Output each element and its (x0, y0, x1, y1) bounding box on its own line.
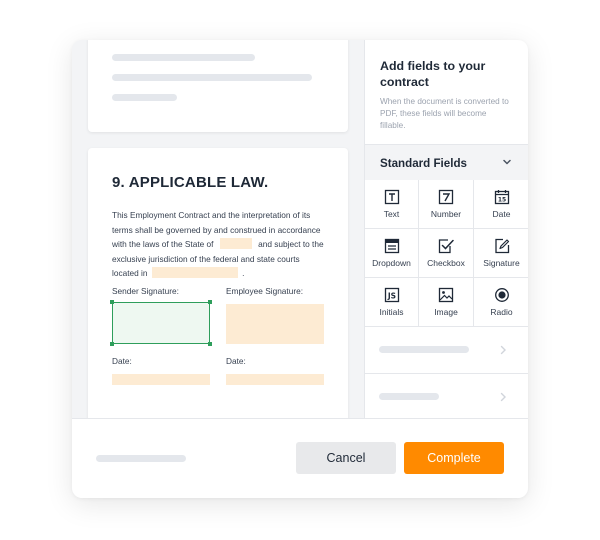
calendar-icon: 15 (494, 190, 509, 205)
sidebar-title: Add fields to your contract (380, 59, 486, 89)
sender-date-label: Date: (112, 356, 132, 366)
resize-handle[interactable] (110, 300, 114, 304)
fields-sidebar: Add fields to your contract When the doc… (364, 40, 528, 421)
field-label: Number (430, 209, 462, 219)
state-field[interactable] (219, 238, 252, 250)
employee-signature-field[interactable] (226, 304, 324, 344)
document-page-current: 9. APPLICABLE LAW. This Employment Contr… (88, 148, 348, 438)
collapsed-section[interactable] (365, 374, 528, 421)
body-line: This Employment Contract and the interpr… (112, 210, 311, 220)
body-text: . (242, 268, 245, 279)
standard-fields-grid: Text Number 15 Date Dropdown Checkbox Si… (365, 180, 528, 327)
chevron-right-icon (500, 345, 506, 355)
field-tile-initials[interactable]: JS Initials (365, 278, 419, 327)
collapsed-section[interactable] (365, 327, 528, 374)
cancel-button[interactable]: Cancel (296, 442, 396, 474)
field-tile-image[interactable]: Image (419, 278, 474, 327)
field-label: Checkbox (427, 258, 465, 268)
complete-button[interactable]: Complete (404, 442, 504, 474)
field-label: Image (434, 307, 458, 317)
document-page-previous (88, 40, 348, 132)
field-label: Initials (379, 307, 404, 317)
field-label: Signature (483, 258, 520, 268)
signature-icon (494, 238, 509, 254)
text-placeholder (112, 94, 177, 101)
initials-icon: JS (384, 287, 399, 303)
chevron-down-icon (503, 159, 511, 165)
standard-fields-header[interactable]: Standard Fields (365, 144, 528, 182)
location-field[interactable] (151, 267, 238, 279)
field-tile-date[interactable]: 15 Date (474, 180, 528, 229)
body-line: with the laws of the State of and subjec… (112, 237, 332, 252)
field-label: Date (492, 209, 511, 219)
svg-text:JS: JS (386, 292, 395, 301)
body-line: exclusive jurisdiction of the federal an… (112, 253, 300, 264)
text-placeholder (379, 346, 469, 353)
number-field-icon (438, 189, 454, 205)
field-tile-signature[interactable]: Signature (474, 229, 528, 278)
field-label: Dropdown (372, 258, 411, 268)
text-placeholder (112, 54, 255, 61)
sender-date-field[interactable] (112, 374, 210, 385)
svg-text:15: 15 (497, 197, 505, 204)
checkbox-icon (438, 239, 454, 254)
standard-fields-label: Standard Fields (380, 157, 467, 170)
chevron-right-icon (500, 392, 506, 402)
field-tile-checkbox[interactable]: Checkbox (419, 229, 474, 278)
footer-bar: Cancel Complete (72, 418, 528, 498)
sender-signature-label: Sender Signature: (112, 286, 179, 296)
field-tile-text[interactable]: Text (365, 180, 419, 229)
dropdown-icon (384, 238, 399, 254)
resize-handle[interactable] (110, 342, 114, 346)
body-text: with the laws of the State of (112, 239, 214, 250)
contract-editor-card: 9. APPLICABLE LAW. This Employment Contr… (72, 40, 528, 498)
body-text: and subject to the (258, 239, 324, 250)
sender-signature-field[interactable] (110, 300, 212, 346)
body-line: located in . (112, 266, 332, 281)
employee-signature-label: Employee Signature: (226, 286, 304, 296)
body-line: terms shall be governed by and construed… (112, 224, 321, 235)
image-icon (438, 287, 454, 303)
employee-date-label: Date: (226, 356, 246, 366)
employee-date-field[interactable] (226, 374, 324, 385)
text-placeholder (379, 393, 439, 400)
field-label: Text (383, 209, 400, 219)
text-placeholder (112, 74, 312, 81)
body-text: located in (112, 268, 148, 279)
resize-handle[interactable] (208, 300, 212, 304)
field-label: Radio (490, 307, 513, 317)
field-tile-number[interactable]: Number (419, 180, 474, 229)
field-tile-radio[interactable]: Radio (474, 278, 528, 327)
field-tile-dropdown[interactable]: Dropdown (365, 229, 419, 278)
section-body: This Employment Contract and the interpr… (112, 208, 332, 281)
radio-icon (494, 288, 509, 302)
text-field-icon (384, 189, 399, 205)
resize-handle[interactable] (208, 342, 212, 346)
text-placeholder (96, 455, 186, 462)
document-preview: 9. APPLICABLE LAW. This Employment Contr… (72, 40, 364, 438)
section-title: 9. APPLICABLE LAW. (112, 174, 269, 191)
sidebar-description: When the document is converted to PDF, t… (380, 97, 509, 130)
